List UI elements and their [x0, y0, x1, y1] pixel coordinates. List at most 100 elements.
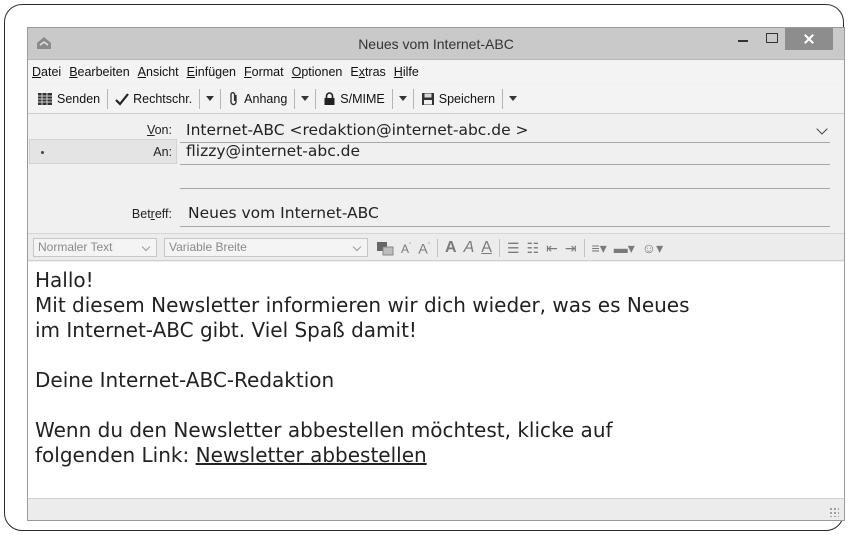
subject-underline: [180, 226, 830, 227]
menu-datei-label: atei: [41, 65, 62, 79]
to-label: An:: [153, 145, 172, 159]
compose-window: Neues vom Internet-ABC Datei Bearbeiten …: [27, 27, 845, 521]
menu-bearbeiten[interactable]: Bearbeiten: [69, 65, 129, 79]
menu-optionen[interactable]: Optionen: [292, 65, 343, 79]
smime-dropdown[interactable]: [396, 88, 410, 110]
menu-ansicht-label: nsicht: [146, 65, 179, 79]
save-button[interactable]: Speichern: [417, 88, 499, 110]
window-title: Neues vom Internet-ABC: [358, 36, 514, 52]
menu-format[interactable]: Format: [244, 65, 284, 79]
toolbar-separator: [220, 88, 222, 109]
toolbar-separator: [412, 88, 414, 109]
menu-einfuegen[interactable]: Einfügen: [187, 65, 236, 79]
font-select[interactable]: Variable Breite: [164, 238, 368, 257]
close-button[interactable]: [785, 28, 833, 50]
body-greeting: Hallo!: [35, 268, 94, 292]
indent-icon[interactable]: ⇥: [565, 238, 577, 258]
status-bar: [28, 498, 844, 520]
body-unsubscribe-line: folgenden Link: Newsletter abbestellen: [35, 443, 844, 468]
send-label: Senden: [57, 91, 101, 106]
subject-field[interactable]: Neues vom Internet-ABC: [188, 204, 379, 222]
toolbar-separator: [391, 88, 393, 109]
body-line: Mit diesem Newsletter informieren wir di…: [35, 293, 690, 317]
compose-toolbar: Senden Rechtschr. Anhang S/MIME Speicher…: [28, 84, 844, 114]
attach-dropdown[interactable]: [298, 88, 312, 110]
toolbar-separator: [502, 88, 504, 109]
menu-format-label: ormat: [251, 65, 284, 79]
numbered-list-icon[interactable]: ☷: [527, 238, 540, 258]
save-label: Speichern: [438, 91, 496, 106]
send-icon: [38, 92, 52, 105]
recipient-empty-underline: [180, 188, 830, 189]
message-body[interactable]: Hallo! Mit diesem Newsletter informieren…: [28, 262, 844, 498]
format-toolbar: Normaler Text Variable Breite Aˇ Aˆ A A …: [28, 233, 844, 261]
insert-icon[interactable]: ▬▾: [614, 238, 635, 258]
save-dropdown[interactable]: [506, 88, 520, 110]
align-icon[interactable]: ≡▾: [592, 238, 607, 258]
toolbar-separator: [107, 88, 109, 109]
attach-button[interactable]: Anhang: [224, 88, 291, 110]
toolbar-separator: [315, 88, 317, 109]
bullet-list-icon[interactable]: ☰: [507, 238, 520, 258]
menu-extras-label: tras: [364, 65, 386, 79]
italic-icon[interactable]: A: [464, 238, 475, 258]
subject-label-prefix: Bet: [131, 207, 151, 221]
format-buttons: Aˇ Aˆ A A A ☰ ☷ ⇤ ⇥ ≡▾ ▬▾ ☺▾: [376, 238, 670, 258]
unsubscribe-prefix: folgenden Link:: [35, 443, 196, 467]
unsubscribe-link[interactable]: Newsletter abbestellen: [196, 443, 427, 467]
menu-extras[interactable]: Extras: [350, 65, 385, 79]
toolbar-separator: [199, 88, 201, 109]
spellcheck-button[interactable]: Rechtschr.: [111, 88, 196, 110]
menu-bearbeiten-label: earbeiten: [77, 65, 130, 79]
bold-icon[interactable]: A: [445, 238, 457, 258]
outdent-icon[interactable]: ⇤: [546, 238, 558, 258]
menu-datei-mnemonic: D: [32, 65, 42, 79]
text-color-icon[interactable]: [376, 240, 394, 256]
from-field[interactable]: Internet-ABC <redaktion@internet-abc.de …: [186, 121, 529, 139]
format-separator: [498, 239, 500, 257]
smime-button[interactable]: S/MIME: [319, 88, 388, 110]
font-larger-icon[interactable]: Aˆ: [418, 237, 430, 259]
checkmark-icon: [115, 92, 129, 106]
subject-label-text: eff:: [154, 207, 172, 221]
paragraph-format-select[interactable]: Normaler Text: [33, 238, 157, 257]
title-bar[interactable]: Neues vom Internet-ABC: [28, 28, 844, 60]
send-button[interactable]: Senden: [33, 88, 104, 110]
spellcheck-dropdown[interactable]: [203, 88, 217, 110]
message-headers: Von: Internet-ABC <redaktion@internet-ab…: [28, 115, 844, 232]
format-separator: [583, 239, 585, 257]
smime-label: S/MIME: [340, 91, 385, 106]
to-field[interactable]: flizzy@internet-abc.de: [186, 142, 360, 160]
paperclip-icon: [230, 91, 237, 105]
body-line: im Internet-ABC gibt. Viel Spaß damit!: [35, 318, 417, 342]
bullet-icon: [41, 151, 44, 154]
from-label: Von:: [88, 123, 172, 137]
menu-optionen-mnemonic: O: [291, 65, 302, 79]
attach-label: Anhang: [244, 91, 288, 106]
from-label-mnemonic: V: [146, 123, 155, 137]
smiley-icon[interactable]: ☺▾: [642, 238, 663, 258]
lock-icon: [324, 91, 335, 105]
resize-grip[interactable]: [829, 507, 839, 517]
menu-hilfe[interactable]: Hilfe: [394, 65, 419, 79]
menu-bearbeiten-mnemonic: B: [69, 65, 78, 79]
subject-label: Betreff:: [88, 207, 172, 221]
font-smaller-icon[interactable]: Aˇ: [401, 237, 411, 259]
menu-optionen-label: ptionen: [301, 65, 343, 79]
menu-ansicht-mnemonic: A: [137, 65, 146, 79]
menu-hilfe-label: ilfe: [402, 65, 419, 79]
body-line: Wenn du den Newsletter abbestellen möcht…: [35, 418, 613, 442]
spellcheck-label: Rechtschr.: [133, 91, 193, 106]
chevron-down-icon[interactable]: [816, 123, 828, 135]
minimize-button[interactable]: [729, 28, 757, 50]
floppy-disk-icon: [421, 92, 434, 105]
from-label-text: on:: [154, 123, 172, 137]
menu-datei[interactable]: Datei: [32, 65, 61, 79]
maximize-button[interactable]: [757, 28, 785, 50]
menu-extras-prefix: E: [350, 65, 359, 79]
underline-icon[interactable]: A: [481, 238, 492, 258]
body-signature: Deine Internet-ABC-Redaktion: [35, 368, 335, 392]
menu-bar: Datei Bearbeiten Ansicht Einfügen Format…: [28, 61, 844, 83]
menu-ansicht[interactable]: Ansicht: [138, 65, 179, 79]
